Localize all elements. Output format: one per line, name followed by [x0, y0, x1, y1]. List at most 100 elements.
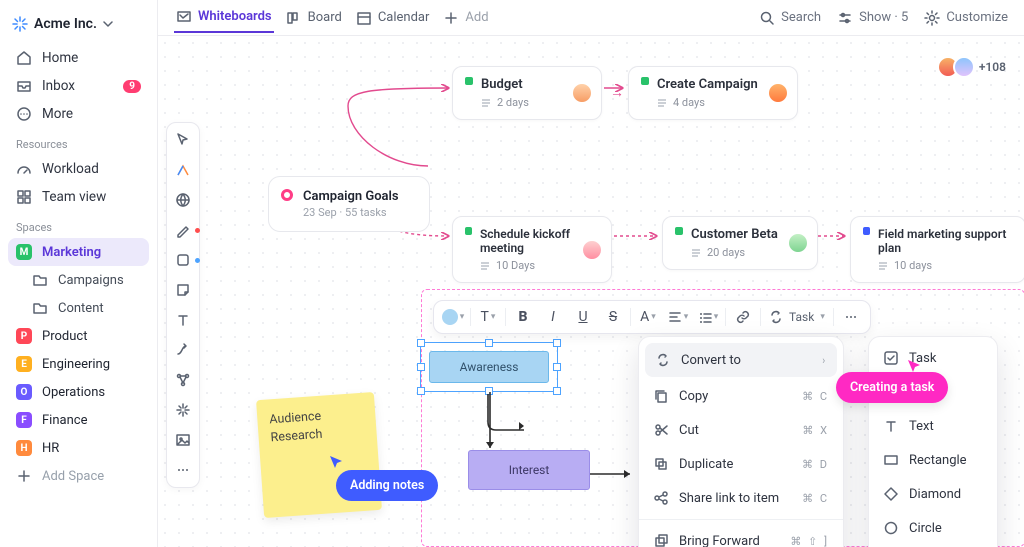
space-hr[interactable]: H HR: [8, 434, 149, 462]
show-button[interactable]: Show · 5: [837, 10, 908, 26]
menu-cut[interactable]: Cut⌘ X: [639, 413, 843, 447]
format-strike[interactable]: S: [598, 304, 628, 330]
nav-teamview[interactable]: Team view: [8, 183, 149, 211]
submenu-rectangle[interactable]: Rectangle: [869, 443, 997, 477]
tool-text[interactable]: [172, 309, 194, 331]
avatar: [953, 56, 975, 78]
nav-home[interactable]: Home: [8, 44, 149, 72]
card-create-campaign[interactable]: Create Campaign 4 days: [628, 66, 798, 120]
card-customer-beta[interactable]: Customer Beta 20 days: [662, 216, 818, 270]
status-icon: [641, 77, 649, 85]
tool-image[interactable]: [172, 429, 194, 451]
submenu-diamond[interactable]: Diamond: [869, 477, 997, 511]
convert-icon: [769, 310, 783, 324]
tab-board[interactable]: Board: [284, 4, 344, 32]
tab-add[interactable]: Add: [441, 4, 490, 32]
tool-pen[interactable]: [172, 219, 194, 241]
avatar: [571, 82, 593, 104]
plus-icon: [443, 10, 459, 26]
format-underline[interactable]: U: [568, 304, 598, 330]
menu-duplicate[interactable]: Duplicate⌘ D: [639, 447, 843, 481]
submenu-text[interactable]: Text: [869, 409, 997, 443]
card-campaign-goals[interactable]: Campaign Goals 23 Sep · 55 tasks: [268, 176, 430, 232]
gauge-icon: [16, 161, 32, 177]
scissors-icon: [653, 422, 669, 438]
space-operations[interactable]: O Operations: [8, 378, 149, 406]
tool-web[interactable]: [172, 189, 194, 211]
layer-up-icon: [653, 533, 669, 547]
logo-icon: [12, 16, 28, 32]
nav-inbox[interactable]: Inbox 9: [8, 72, 149, 100]
tool-pointer[interactable]: [172, 129, 194, 151]
graph-icon: [175, 372, 191, 388]
grid-icon: [16, 189, 32, 205]
space-content[interactable]: Content: [8, 294, 149, 322]
format-more[interactable]: [836, 304, 866, 330]
card-budget[interactable]: Budget 2 days: [452, 66, 602, 120]
tab-whiteboards[interactable]: Whiteboards: [174, 3, 274, 33]
menu-copy[interactable]: Copy⌘ C: [639, 379, 843, 413]
format-font[interactable]: T▾: [473, 304, 503, 330]
format-fill[interactable]: ▾: [438, 304, 468, 330]
format-bold[interactable]: B: [508, 304, 538, 330]
convert-icon: [655, 352, 671, 368]
space-campaigns[interactable]: Campaigns: [8, 266, 149, 294]
tab-calendar[interactable]: Calendar: [354, 4, 432, 32]
format-align[interactable]: ▾: [663, 304, 693, 330]
customize-button[interactable]: Customize: [924, 10, 1008, 26]
tool-mindmap[interactable]: [172, 369, 194, 391]
shape-interest[interactable]: Interest: [468, 450, 590, 490]
workspace-switcher[interactable]: Acme Inc.: [8, 10, 149, 38]
cursor-icon: [175, 132, 191, 148]
tool-task[interactable]: [172, 159, 194, 181]
shape-awareness[interactable]: Awareness: [420, 342, 558, 392]
space-engineering[interactable]: E Engineering: [8, 350, 149, 378]
inbox-badge: 9: [123, 80, 141, 93]
menu-convert-to[interactable]: Convert to: [645, 343, 837, 377]
tool-more[interactable]: [172, 459, 194, 481]
folder-icon: [32, 272, 48, 288]
card-field-marketing[interactable]: Field marketing support plan 10 days: [850, 216, 1024, 283]
image-icon: [175, 432, 191, 448]
search-button[interactable]: Search: [759, 10, 821, 26]
whiteboard-canvas[interactable]: +108: [158, 36, 1024, 547]
status-ring-icon: [281, 189, 293, 201]
cursor-blue-icon: [328, 454, 346, 472]
space-finance[interactable]: F Finance: [8, 406, 149, 434]
format-convert-task[interactable]: Task ▾: [763, 310, 831, 324]
tool-palette: [166, 122, 200, 488]
nav-more[interactable]: More: [8, 100, 149, 128]
search-icon: [759, 10, 775, 26]
tool-connector[interactable]: [172, 339, 194, 361]
plus-icon: [16, 468, 32, 484]
card-kickoff[interactable]: Schedule kickoff meeting 10 Days: [452, 216, 612, 283]
format-italic[interactable]: I: [538, 304, 568, 330]
format-list[interactable]: ▾: [693, 304, 723, 330]
chevron-down-icon: [103, 19, 113, 29]
arrow-icon: →: [610, 84, 624, 101]
share-icon: [653, 490, 669, 506]
format-link[interactable]: [728, 304, 758, 330]
tool-magic[interactable]: [172, 399, 194, 421]
convert-submenu: Task Note Text Rectangle Diamond Circle …: [868, 336, 998, 547]
menu-bring-forward[interactable]: Bring Forward⌘ ⇧ ]: [639, 524, 843, 547]
check-square-icon: [883, 350, 899, 366]
add-space-button[interactable]: Add Space: [8, 462, 149, 490]
space-marketing[interactable]: M Marketing: [8, 238, 149, 266]
tool-sticky[interactable]: [172, 279, 194, 301]
pill-creating-task: Creating a task: [836, 372, 948, 403]
lines-icon: [480, 261, 490, 271]
align-icon: [668, 310, 682, 324]
avatar: [767, 82, 789, 104]
dots-icon: [844, 310, 858, 324]
menu-share-link[interactable]: Share link to item⌘ C: [639, 481, 843, 515]
nav-workload[interactable]: Workload: [8, 155, 149, 183]
copy-icon: [653, 388, 669, 404]
submenu-task[interactable]: Task: [869, 341, 997, 375]
presence-stack[interactable]: +108: [943, 56, 1006, 78]
format-textcolor[interactable]: A▾: [633, 304, 663, 330]
connector-icon: [175, 342, 191, 358]
tool-shape[interactable]: [172, 249, 194, 271]
space-product[interactable]: P Product: [8, 322, 149, 350]
submenu-circle[interactable]: Circle: [869, 511, 997, 545]
